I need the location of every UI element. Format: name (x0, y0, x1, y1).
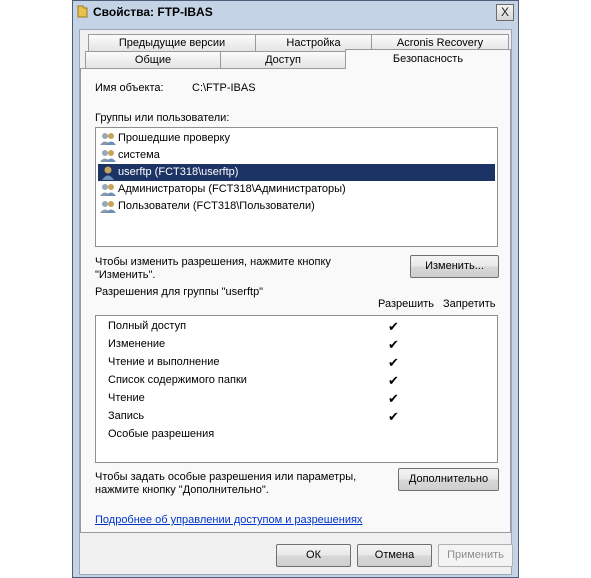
object-name-label: Имя объекта: (95, 82, 164, 94)
permissions-label: Разрешения для группы "userftp" (95, 286, 264, 298)
close-button[interactable]: X (496, 4, 514, 21)
cancel-button[interactable]: Отмена (357, 544, 432, 567)
allow-check-icon: ✔ (388, 409, 399, 424)
groups-label: Группы или пользователи: (95, 112, 230, 124)
allow-check-icon: ✔ (388, 319, 399, 334)
object-name-value: C:\FTP-IBAS (192, 82, 256, 94)
permission-name: Изменение (108, 338, 166, 350)
deny-column-header: Запретить (443, 298, 496, 310)
window-title: Свойства: FTP-IBAS (93, 5, 213, 19)
list-item[interactable]: система (98, 147, 164, 164)
users-group-icon (100, 150, 116, 162)
permission-name: Особые разрешения (108, 428, 215, 440)
permission-name: Полный доступ (108, 320, 187, 332)
advanced-hint-line2: нажмите кнопку "Дополнительно". (95, 484, 269, 496)
permission-name: Чтение и выполнение (108, 356, 220, 368)
security-panel: Имя объекта: C:\FTP-IBAS Группы или поль… (80, 68, 511, 533)
allow-check-icon: ✔ (388, 391, 399, 406)
properties-dialog: Свойства: FTP-IBAS X Предыдущие версии Н… (72, 0, 519, 578)
title-bar[interactable]: Свойства: FTP-IBAS X (73, 1, 518, 23)
tab-sharing[interactable]: Доступ (220, 51, 346, 69)
list-item[interactable]: Администраторы (FCT318\Администраторы) (98, 181, 350, 198)
groups-listbox[interactable]: Прошедшие проверку система userftp (FCT3… (95, 127, 498, 247)
change-button[interactable]: Изменить... (410, 255, 499, 278)
permission-name: Запись (108, 410, 145, 422)
allow-check-icon: ✔ (388, 337, 399, 352)
group-name: система (118, 149, 160, 161)
tab-general[interactable]: Общие (85, 51, 221, 69)
group-name: userftp (FCT318\userftp) (118, 166, 239, 178)
allow-column-header: Разрешить (378, 298, 434, 310)
help-link[interactable]: Подробнее об управлении доступом и разре… (95, 514, 362, 526)
users-group-icon (100, 201, 116, 213)
permissions-list[interactable]: Полный доступ ✔ Изменение ✔ Чтение и вып… (95, 315, 498, 463)
allow-check-icon: ✔ (388, 373, 399, 388)
list-item[interactable]: Пользователи (FCT318\Пользователи) (98, 198, 319, 215)
tab-security[interactable]: Безопасность (345, 49, 511, 69)
apply-button[interactable]: Применить (438, 544, 513, 567)
users-group-icon (100, 184, 116, 196)
folder-icon (77, 5, 88, 18)
ok-button[interactable]: ОК (276, 544, 351, 567)
list-item[interactable]: Прошедшие проверку (98, 130, 234, 147)
advanced-button[interactable]: Дополнительно (398, 468, 499, 491)
tab-previous-versions[interactable]: Предыдущие версии (88, 34, 256, 52)
group-name: Администраторы (FCT318\Администраторы) (118, 183, 346, 195)
group-name: Пользователи (FCT318\Пользователи) (118, 200, 315, 212)
change-hint-line2: "Изменить". (95, 269, 156, 281)
users-group-icon (100, 133, 116, 145)
change-hint-line1: Чтобы изменить разрешения, нажмите кнопк… (95, 256, 331, 268)
allow-check-icon: ✔ (388, 355, 399, 370)
group-name: Прошедшие проверку (118, 132, 230, 144)
user-icon (102, 166, 114, 180)
permission-name: Чтение (108, 392, 145, 404)
list-item-selected[interactable]: userftp (FCT318\userftp) (98, 164, 495, 181)
permission-name: Список содержимого папки (108, 374, 247, 386)
advanced-hint-line1: Чтобы задать особые разрешения или парам… (95, 471, 357, 483)
